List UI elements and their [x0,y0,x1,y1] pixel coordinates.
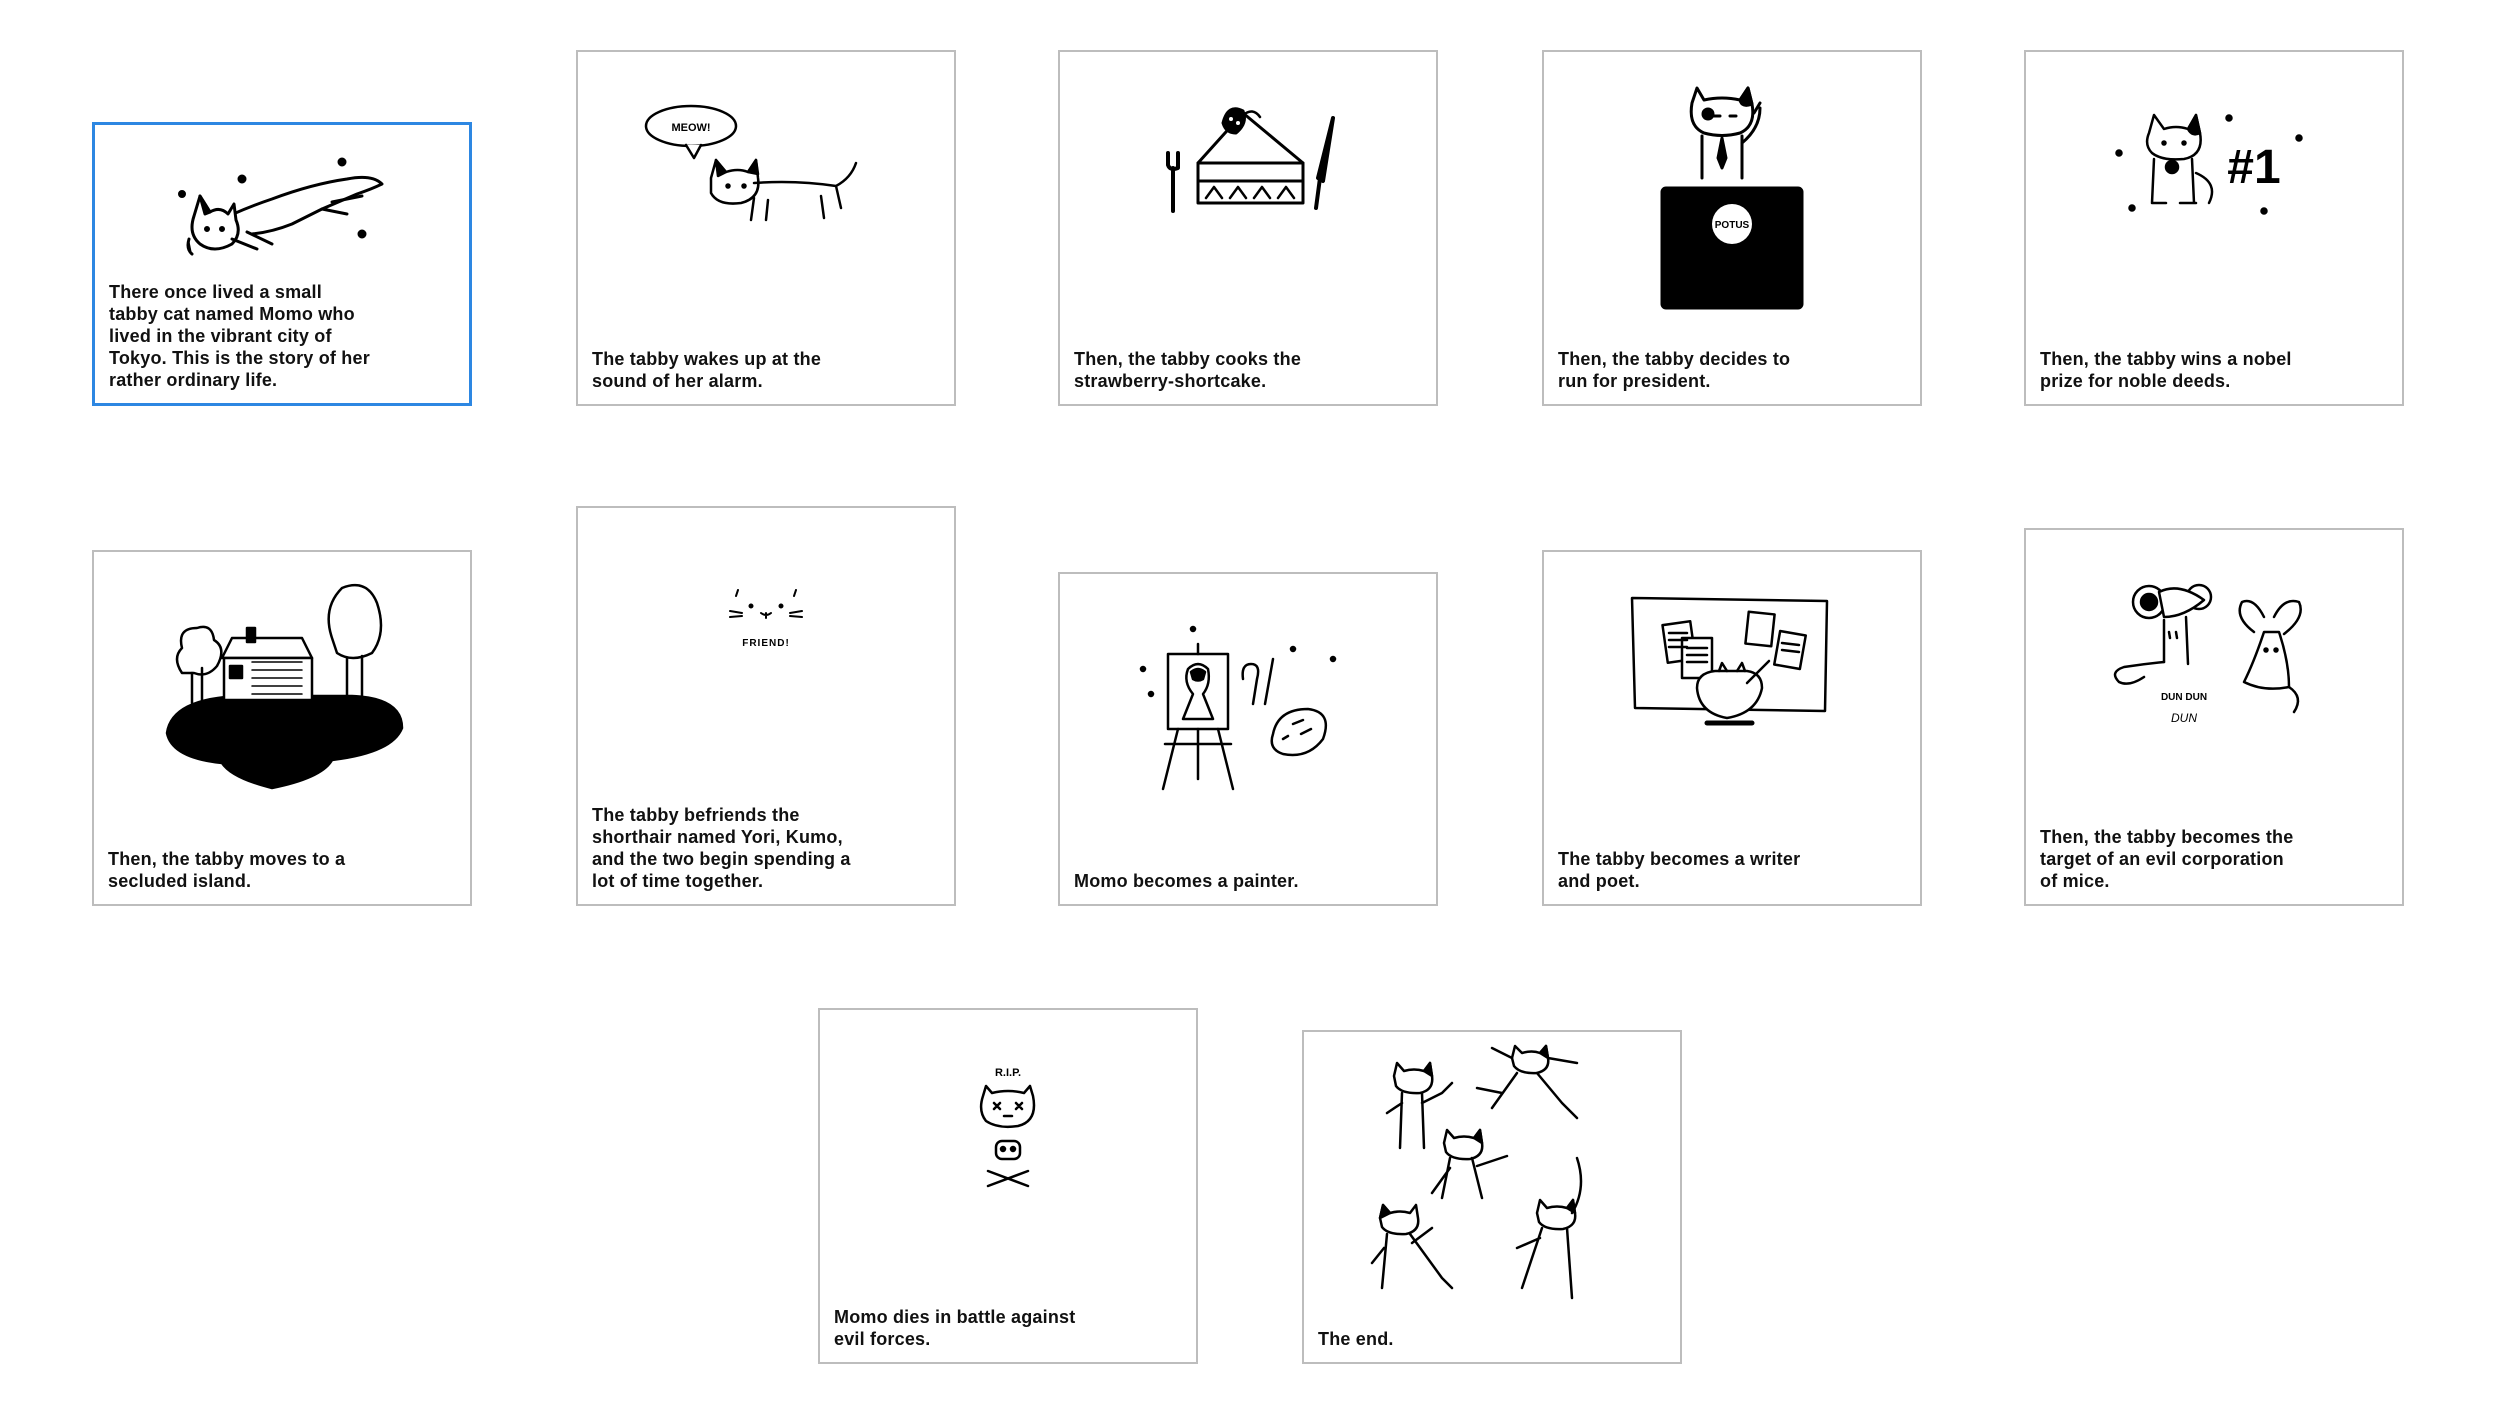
story-card-1[interactable]: There once lived a small tabby cat named… [92,122,472,406]
badge-text: #1 [2227,141,2280,194]
story-card-9[interactable]: The tabby becomes a writer and poet. [1542,550,1922,906]
card-caption: The tabby wakes up at the sound of her a… [592,349,822,391]
cat-leaping-icon [95,125,469,293]
story-card-4[interactable]: POTUS Then, the tabby decides to run for… [1542,50,1922,406]
card-caption: There once lived a small tabby cat named… [109,282,370,390]
story-card-6[interactable]: Then, the tabby moves to a secluded isla… [92,550,472,906]
island-house-icon [94,552,470,814]
card-caption: Then, the tabby wins a nobel prize for n… [2040,349,2292,391]
card-caption: The end. [1318,1329,1394,1349]
rip-label: R.I.P. [995,1067,1021,1079]
speech-bubble-text: MEOW! [671,122,710,134]
card-caption: The tabby befriends the shorthair named … [592,805,851,891]
writing-desk-icon [1544,552,1920,794]
podium-label: POTUS [1715,220,1750,231]
story-card-5[interactable]: #1 Then, the tabby wins a nobel prize fo… [2024,50,2404,406]
mice-icon: DUN DUN DUN [2026,530,2402,794]
card-caption: Momo becomes a painter. [1074,871,1299,891]
cat-meowing-icon: MEOW! [578,52,954,284]
card-caption: Then, the tabby becomes the target of an… [2040,827,2294,891]
story-card-10[interactable]: DUN DUN DUN Then, the tabby becomes the … [2024,528,2404,906]
friend-label: FRIEND! [742,638,790,649]
card-caption: Then, the tabby cooks the strawberry-sho… [1074,349,1302,391]
cat-medal-icon: #1 [2026,52,2402,284]
card-caption: Momo dies in battle against evil forces. [834,1307,1076,1349]
story-card-11[interactable]: R.I.P. Momo dies in battle against evil … [818,1008,1198,1364]
cat-face-icon: FRIEND! [578,508,954,744]
card-caption: The tabby becomes a writer and poet. [1558,849,1801,891]
dun-label-top: DUN DUN [2161,692,2207,703]
story-card-12[interactable]: The end. [1302,1030,1682,1364]
skull-crossbones-icon: R.I.P. [820,1010,1196,1252]
story-card-8[interactable]: Momo becomes a painter. [1058,572,1438,906]
story-card-7[interactable]: FRIEND! The tabby befriends the shorthai… [576,506,956,906]
story-card-2[interactable]: MEOW! The tabby wakes up at the sound of… [576,50,956,406]
card-caption: Then, the tabby decides to run for presi… [1558,349,1791,391]
dancing-cats-icon [1304,1032,1680,1314]
story-card-3[interactable]: Then, the tabby cooks the strawberry-sho… [1058,50,1438,406]
cake-slice-icon [1060,52,1436,284]
easel-painting-icon [1060,574,1436,844]
cat-podium-icon: POTUS [1544,52,1920,344]
dun-label-bottom: DUN [2171,711,2197,725]
card-caption: Then, the tabby moves to a secluded isla… [108,849,346,891]
